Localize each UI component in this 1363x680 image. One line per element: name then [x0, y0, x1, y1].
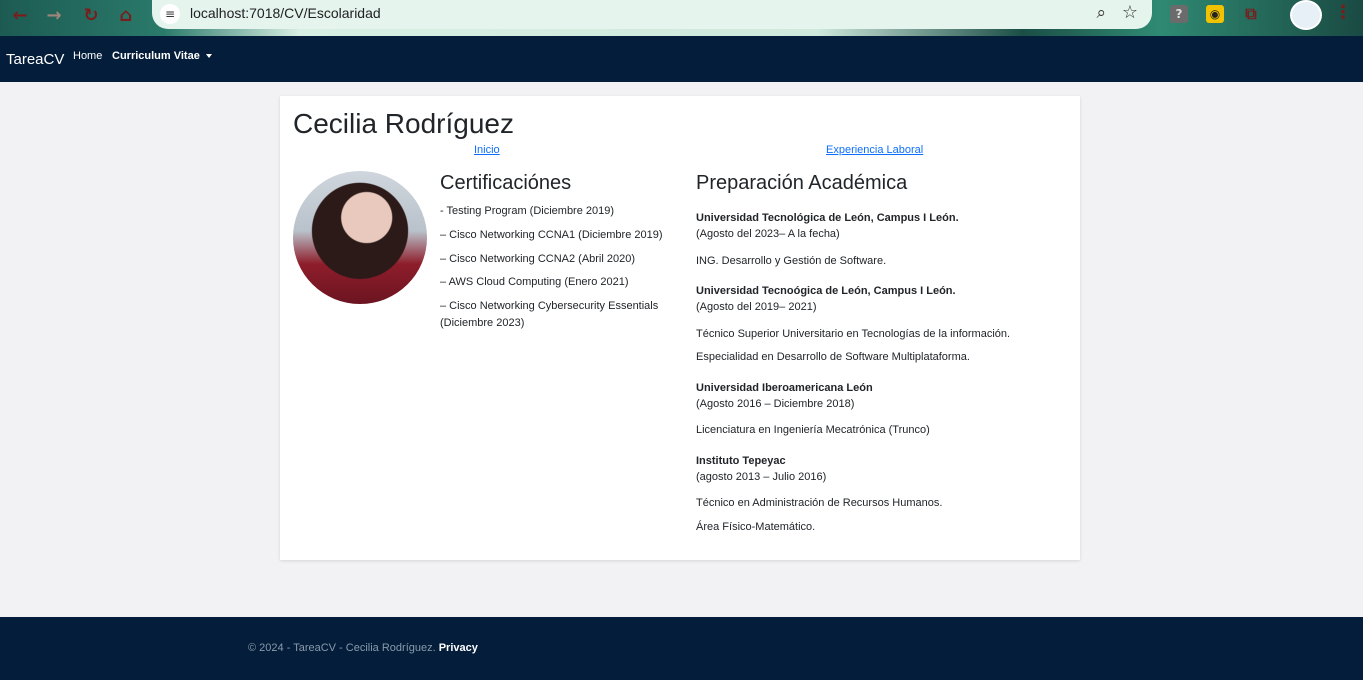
address-bar[interactable]: ≡ localhost:7018/CV/Escolaridad ⌕ ☆ — [152, 0, 1152, 29]
experiencia-link[interactable]: Experiencia Laboral — [826, 144, 923, 156]
back-icon[interactable]: ← — [8, 4, 32, 28]
cert-item: – AWS Cloud Computing (Enero 2021) — [440, 276, 629, 288]
site-settings-icon[interactable]: ≡ — [160, 4, 180, 24]
page-title: Cecilia Rodríguez — [293, 108, 514, 139]
nav-cv-dropdown[interactable]: Curriculum Vitae — [112, 50, 212, 62]
school-dates: (Agosto del 2023– A la fecha) — [696, 228, 840, 240]
school-name: Universidad Tecnológica de León, Campus … — [696, 212, 959, 224]
extension-help-icon[interactable]: ? — [1170, 5, 1188, 23]
profile-photo — [293, 171, 427, 304]
cert-item: – Cisco Networking Cybersecurity Essenti… — [440, 300, 659, 329]
school-dates: (Agosto 2016 – Diciembre 2018) — [696, 398, 855, 410]
footer-text: © 2024 - TareaCV - Cecilia Rodríguez. Pr… — [248, 642, 478, 654]
school-detail: Licenciatura en Ingeniería Mecatrónica (… — [696, 424, 930, 436]
school-dates: (agosto 2013 – Julio 2016) — [696, 471, 827, 483]
certificaciones-title: Certificaciónes — [440, 172, 572, 194]
reload-icon[interactable]: ↻ — [79, 4, 103, 28]
site-navbar: TareaCV Home Curriculum Vitae — [0, 36, 1363, 82]
navbar-brand[interactable]: TareaCV — [6, 51, 64, 68]
school-name: Instituto Tepeyac — [696, 455, 786, 467]
extensions-puzzle-icon[interactable]: ⧉ — [1242, 5, 1260, 23]
home-icon[interactable]: ⌂ — [114, 4, 138, 28]
nav-cv-label: Curriculum Vitae — [112, 50, 200, 62]
school-detail: Técnico en Administración de Recursos Hu… — [696, 497, 943, 509]
extension-icon[interactable]: ◉ — [1206, 5, 1224, 23]
browser-chrome: ← → ↻ ⌂ ≡ localhost:7018/CV/Escolaridad … — [0, 0, 1363, 36]
browser-menu-icon[interactable]: ⋮ — [1334, 2, 1352, 23]
school-name: Universidad Iberoamericana León — [696, 382, 873, 394]
bookmark-star-icon[interactable]: ☆ — [1122, 2, 1138, 23]
school-name: Universidad Tecnoógica de León, Campus I… — [696, 285, 956, 297]
copyright-text: © 2024 - TareaCV - Cecilia Rodríguez. — [248, 642, 439, 654]
academica-title: Preparación Académica — [696, 172, 908, 194]
cv-card: Cecilia Rodríguez Inicio Experiencia Lab… — [280, 96, 1080, 560]
cert-item: – Cisco Networking CCNA1 (Diciembre 2019… — [440, 229, 663, 241]
url-text[interactable]: localhost:7018/CV/Escolaridad — [190, 5, 381, 21]
cert-item: - Testing Program (Diciembre 2019) — [440, 205, 615, 217]
site-footer: © 2024 - TareaCV - Cecilia Rodríguez. Pr… — [0, 617, 1363, 680]
nav-home-link[interactable]: Home — [73, 50, 102, 62]
caret-down-icon — [205, 54, 212, 59]
inicio-link[interactable]: Inicio — [474, 144, 500, 156]
cert-item: – Cisco Networking CCNA2 (Abril 2020) — [440, 253, 636, 265]
zoom-icon[interactable]: ⌕ — [1096, 3, 1106, 23]
school-dates: (Agosto del 2019– 2021) — [696, 301, 817, 313]
privacy-link[interactable]: Privacy — [439, 642, 478, 654]
school-detail: Técnico Superior Universitario en Tecnol… — [696, 328, 1011, 340]
profile-avatar-icon[interactable] — [1290, 0, 1322, 30]
forward-icon[interactable]: → — [42, 4, 66, 28]
school-detail: ING. Desarrollo y Gestión de Software. — [696, 255, 887, 267]
school-detail: Especialidad en Desarrollo de Software M… — [696, 351, 970, 363]
school-detail: Área Físico-Matemático. — [696, 521, 816, 533]
